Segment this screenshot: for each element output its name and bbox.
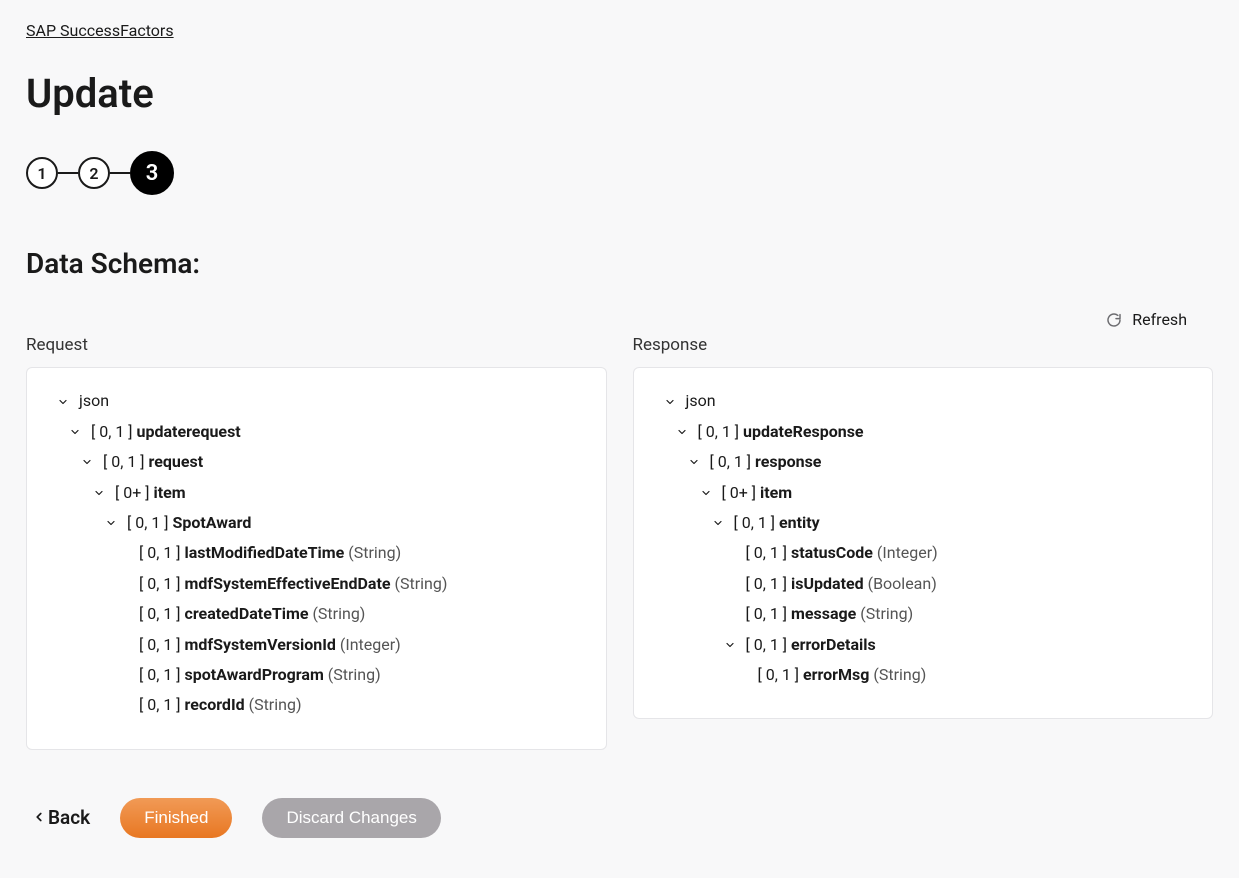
tree-node-label: json — [79, 386, 109, 416]
step-3[interactable]: 3 — [130, 151, 174, 195]
chevron-down-icon[interactable] — [708, 517, 728, 529]
tree-node-label: [ 0, 1 ] errorMsg (String) — [758, 660, 927, 690]
tree-node-label: [ 0, 1 ] request — [103, 447, 203, 477]
chevron-down-icon[interactable] — [684, 456, 704, 468]
tree-node-label: [ 0, 1 ] errorDetails — [746, 630, 876, 660]
tree-node-label: [ 0, 1 ] response — [710, 447, 822, 477]
tree-node: [ 0, 1 ] errorMsg (String) — [732, 660, 1187, 690]
tree-node-label: [ 0, 1 ] mdfSystemVersionId (Integer) — [139, 630, 401, 660]
chevron-down-icon[interactable] — [660, 396, 680, 408]
tree-node-label: [ 0, 1 ] SpotAward — [127, 508, 251, 538]
tree-node: [ 0, 1 ] createdDateTime (String) — [113, 599, 580, 629]
tree-node-label: [ 0, 1 ] updateResponse — [698, 417, 864, 447]
breadcrumb[interactable]: SAP SuccessFactors — [26, 21, 174, 40]
tree-node-label: [ 0, 1 ] spotAwardProgram (String) — [139, 660, 381, 690]
step-connector — [58, 172, 78, 174]
page-title: Update — [26, 70, 1213, 117]
tree-node[interactable]: [ 0, 1 ] errorDetails — [720, 630, 1187, 660]
tree-node: [ 0, 1 ] isUpdated (Boolean) — [720, 569, 1187, 599]
tree-node[interactable]: [ 0, 1 ] response — [684, 447, 1187, 477]
chevron-down-icon[interactable] — [720, 639, 740, 651]
tree-node-label: json — [686, 386, 716, 416]
chevron-down-icon[interactable] — [89, 487, 109, 499]
step-2[interactable]: 2 — [78, 157, 110, 189]
tree-node: [ 0, 1 ] mdfSystemEffectiveEndDate (Stri… — [113, 569, 580, 599]
stepper: 123 — [26, 151, 1213, 195]
tree-node-label: [ 0, 1 ] message (String) — [746, 599, 914, 629]
section-title: Data Schema: — [26, 247, 1213, 280]
chevron-down-icon[interactable] — [53, 396, 73, 408]
refresh-label: Refresh — [1132, 310, 1187, 329]
chevron-down-icon[interactable] — [65, 426, 85, 438]
chevron-down-icon[interactable] — [672, 426, 692, 438]
tree-node: [ 0, 1 ] recordId (String) — [113, 690, 580, 720]
tree-node-label: [ 0, 1 ] entity — [734, 508, 820, 538]
request-header: Request — [26, 335, 607, 355]
response-panel: json[ 0, 1 ] updateResponse[ 0, 1 ] resp… — [633, 367, 1214, 719]
tree-node: [ 0, 1 ] message (String) — [720, 599, 1187, 629]
tree-node[interactable]: [ 0+ ] item — [89, 478, 580, 508]
tree-node-label: [ 0, 1 ] recordId (String) — [139, 690, 302, 720]
request-tree: json[ 0, 1 ] updaterequest[ 0, 1 ] reque… — [53, 386, 580, 720]
tree-node-label: [ 0, 1 ] lastModifiedDateTime (String) — [139, 538, 401, 568]
tree-node: [ 0, 1 ] spotAwardProgram (String) — [113, 660, 580, 690]
refresh-icon — [1106, 312, 1122, 328]
tree-node: [ 0, 1 ] statusCode (Integer) — [720, 538, 1187, 568]
tree-node-label: [ 0, 1 ] mdfSystemEffectiveEndDate (Stri… — [139, 569, 447, 599]
tree-node[interactable]: [ 0, 1 ] SpotAward — [101, 508, 580, 538]
tree-node-label: [ 0+ ] item — [115, 478, 186, 508]
response-header: Response — [633, 335, 1214, 355]
tree-node[interactable]: json — [53, 386, 580, 416]
tree-node: [ 0, 1 ] lastModifiedDateTime (String) — [113, 538, 580, 568]
tree-node-label: [ 0, 1 ] isUpdated (Boolean) — [746, 569, 937, 599]
request-column: Request json[ 0, 1 ] updaterequest[ 0, 1… — [26, 335, 607, 749]
tree-node[interactable]: [ 0, 1 ] entity — [708, 508, 1187, 538]
chevron-down-icon[interactable] — [101, 517, 121, 529]
step-1[interactable]: 1 — [26, 157, 58, 189]
tree-node[interactable]: [ 0+ ] item — [696, 478, 1187, 508]
tree-node[interactable]: [ 0, 1 ] updaterequest — [65, 417, 580, 447]
chevron-down-icon[interactable] — [77, 456, 97, 468]
tree-node-label: [ 0, 1 ] updaterequest — [91, 417, 241, 447]
step-connector — [110, 172, 130, 174]
response-tree: json[ 0, 1 ] updateResponse[ 0, 1 ] resp… — [660, 386, 1187, 690]
tree-node-label: [ 0, 1 ] createdDateTime (String) — [139, 599, 365, 629]
tree-node[interactable]: [ 0, 1 ] request — [77, 447, 580, 477]
tree-node-label: [ 0+ ] item — [722, 478, 793, 508]
request-panel: json[ 0, 1 ] updaterequest[ 0, 1 ] reque… — [26, 367, 607, 749]
tree-node[interactable]: [ 0, 1 ] updateResponse — [672, 417, 1187, 447]
response-column: Response json[ 0, 1 ] updateResponse[ 0,… — [633, 335, 1214, 749]
tree-node-label: [ 0, 1 ] statusCode (Integer) — [746, 538, 938, 568]
chevron-down-icon[interactable] — [696, 487, 716, 499]
tree-node: [ 0, 1 ] mdfSystemVersionId (Integer) — [113, 630, 580, 660]
refresh-button[interactable]: Refresh — [1106, 310, 1187, 329]
tree-node[interactable]: json — [660, 386, 1187, 416]
